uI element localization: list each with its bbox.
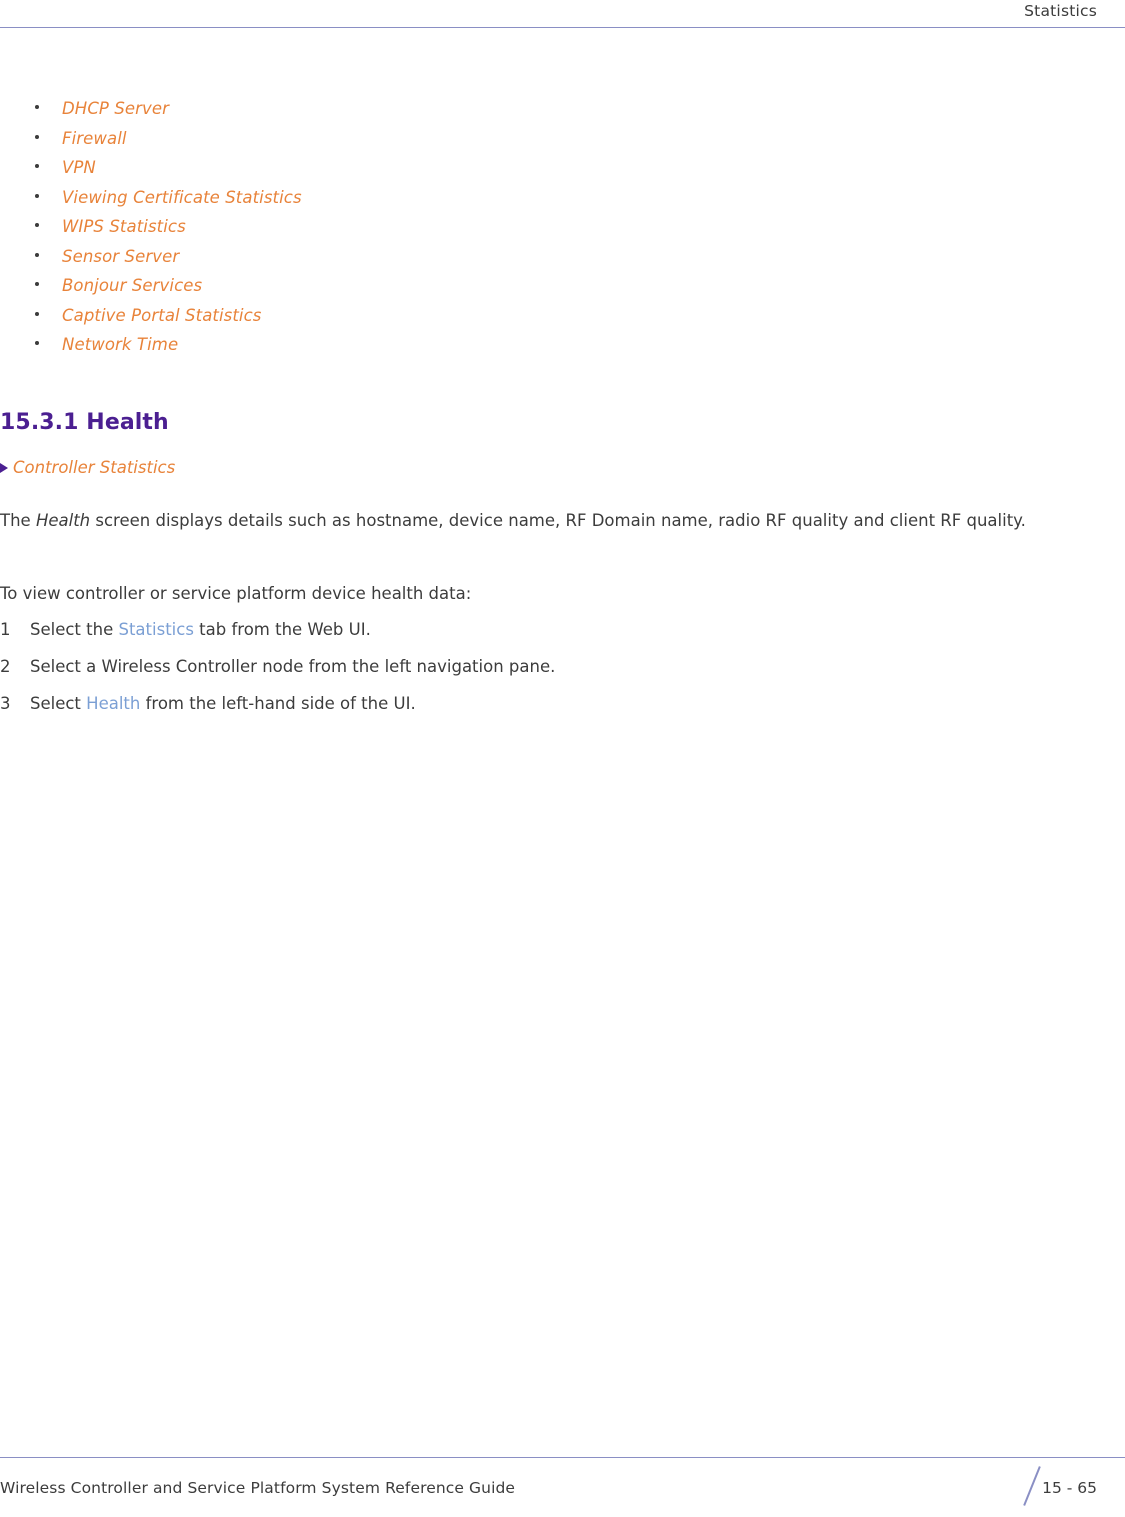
list-item: Firewall (0, 128, 700, 158)
cross-reference-link[interactable]: Sensor Server (62, 247, 179, 266)
cross-reference-link[interactable]: DHCP Server (62, 99, 169, 118)
step-number: 2 (0, 657, 11, 676)
list-item: DHCP Server (0, 98, 700, 128)
cross-reference-link[interactable]: WIPS Statistics (62, 217, 186, 236)
ui-element-link[interactable]: Health (86, 694, 140, 713)
bullet-icon (35, 164, 39, 168)
list-item: WIPS Statistics (0, 216, 700, 246)
cross-reference-list: DHCP Server Firewall VPN Viewing Certifi… (0, 98, 700, 364)
cross-reference-link[interactable]: Bonjour Services (62, 276, 202, 295)
header-title: Statistics (1024, 2, 1097, 20)
list-item: Bonjour Services (0, 275, 700, 305)
page-number: 15 - 65 (1042, 1479, 1097, 1497)
bullet-icon (35, 311, 39, 316)
step-text-pre: Select the (30, 620, 119, 639)
cross-reference-link[interactable]: Viewing Certificate Statistics (62, 188, 302, 207)
header-divider (0, 27, 1125, 28)
intro-text-rest: screen displays details such as hostname… (90, 511, 1026, 530)
cross-reference-link[interactable]: Captive Portal Statistics (62, 306, 262, 325)
list-item: Viewing Certificate Statistics (0, 187, 700, 217)
step-item: 2 Select a Wireless Controller node from… (0, 655, 900, 692)
procedure-steps: 1 Select the Statistics tab from the Web… (0, 618, 900, 729)
page-header: Statistics (0, 0, 1125, 30)
bullet-icon (35, 223, 39, 227)
list-item: VPN (0, 157, 700, 187)
bullet-icon (35, 252, 39, 257)
parent-reference: Controller Statistics (0, 458, 175, 477)
bullet-icon (35, 134, 39, 139)
step-item: 3 Select Health from the left-hand side … (0, 692, 900, 729)
lead-in-paragraph: To view controller or service platform d… (0, 584, 472, 603)
list-item: Sensor Server (0, 246, 700, 276)
arrow-right-icon (0, 462, 8, 473)
step-number: 3 (0, 694, 11, 713)
intro-text-emphasis: Health (35, 511, 91, 530)
bullet-icon (35, 193, 39, 198)
bullet-icon (35, 282, 39, 286)
intro-text-lead: The (0, 511, 36, 530)
cross-reference-link[interactable]: VPN (62, 158, 96, 177)
list-item: Network Time (0, 334, 700, 364)
footer-divider (0, 1457, 1125, 1458)
intro-paragraph: The Health screen displays details such … (0, 508, 1100, 533)
footer-guide-title: Wireless Controller and Service Platform… (0, 1479, 516, 1497)
step-text-pre: Select (30, 694, 87, 713)
step-text-post: tab from the Web UI. (193, 620, 371, 639)
ui-element-link[interactable]: Statistics (118, 620, 193, 639)
step-text-pre: Select a Wireless Controller node from t… (30, 657, 556, 676)
footer-slash-decoration (1023, 1466, 1041, 1506)
cross-reference-link[interactable]: Firewall (62, 129, 127, 148)
bullet-icon (35, 105, 39, 109)
bullet-icon (35, 341, 39, 345)
section-heading: 15.3.1 Health (0, 410, 169, 435)
step-number: 1 (0, 620, 11, 639)
parent-reference-link[interactable]: Controller Statistics (13, 458, 175, 477)
cross-reference-link[interactable]: Network Time (62, 335, 178, 354)
step-item: 1 Select the Statistics tab from the Web… (0, 618, 900, 655)
list-item: Captive Portal Statistics (0, 305, 700, 335)
page-footer: Wireless Controller and Service Platform… (0, 1457, 1125, 1517)
step-text-post: from the left-hand side of the UI. (140, 694, 416, 713)
